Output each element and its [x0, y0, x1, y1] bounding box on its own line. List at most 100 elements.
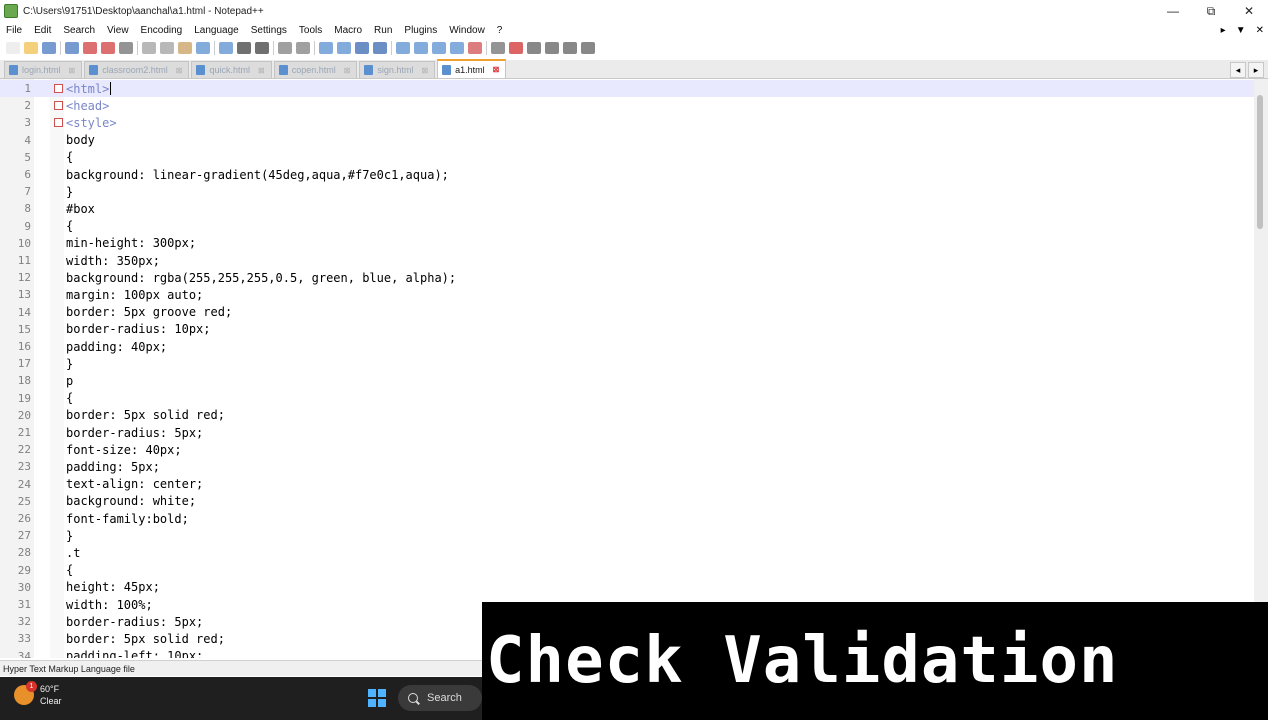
menu-dropdown-icon[interactable]: ▼: [1236, 25, 1246, 36]
code-editor[interactable]: 1 <html> 2 <head> 3 <style> 4 body 5{6 background…: [0, 79, 1254, 658]
code-line[interactable]: 21 border-radius: 5px;: [0, 424, 1254, 441]
tab-scroll-right-icon[interactable]: ▸: [1248, 62, 1264, 78]
code-line[interactable]: 1 <html>: [0, 80, 1254, 98]
code-line[interactable]: 15 border-radius: 10px;: [0, 321, 1254, 338]
code-line[interactable]: 3 <style>: [0, 114, 1254, 131]
code-line[interactable]: 25 background: white;: [0, 493, 1254, 510]
find-icon[interactable]: [237, 42, 251, 54]
code-line[interactable]: 19 {: [0, 390, 1254, 407]
tab-close-icon[interactable]: ⊠: [176, 66, 183, 75]
code-line[interactable]: 28 .t: [0, 544, 1254, 561]
menu-item-file[interactable]: File: [0, 25, 28, 36]
code-line[interactable]: 30 height: 45px;: [0, 579, 1254, 596]
code-line[interactable]: 16 padding: 40px;: [0, 338, 1254, 355]
tab-copen-html[interactable]: copen.html ⊠: [273, 61, 358, 78]
menu-item-tools[interactable]: Tools: [293, 25, 328, 36]
indent-guide-icon[interactable]: [396, 42, 410, 54]
code-line[interactable]: 17}: [0, 355, 1254, 372]
close-icon[interactable]: [83, 42, 97, 54]
code-line[interactable]: 23 padding: 5px;: [0, 458, 1254, 475]
code-line[interactable]: 27}: [0, 527, 1254, 544]
close-all-icon[interactable]: [101, 42, 115, 54]
code-line[interactable]: 6 background: linear-gradient(45deg,aqua,…: [0, 166, 1254, 183]
menu-item-plugins[interactable]: Plugins: [398, 25, 443, 36]
tab-close-icon[interactable]: ⊠: [258, 66, 265, 75]
undo-icon[interactable]: [196, 42, 210, 54]
code-line[interactable]: 29 {: [0, 562, 1254, 579]
code-line[interactable]: 22 font-size: 40px;: [0, 441, 1254, 458]
code-line[interactable]: 11 width: 350px;: [0, 252, 1254, 269]
record-macro-icon[interactable]: [509, 42, 523, 54]
tab-a1-html[interactable]: a1.html ⊠: [437, 59, 507, 78]
windows-start-icon[interactable]: [368, 689, 386, 707]
save-icon[interactable]: [42, 42, 56, 54]
udl-icon[interactable]: [414, 42, 428, 54]
fold-toggle-icon[interactable]: [54, 118, 63, 128]
function-list-icon[interactable]: [450, 42, 464, 54]
code-line[interactable]: 13 margin: 100px auto;: [0, 286, 1254, 303]
menu-right-arrow-icon[interactable]: ▸: [1221, 25, 1226, 36]
paste-icon[interactable]: [178, 42, 192, 54]
code-line[interactable]: 10 min-height: 300px;: [0, 235, 1254, 252]
tab-login-html[interactable]: login.html ⊠: [4, 61, 83, 78]
code-line[interactable]: 14 border: 5px groove red;: [0, 304, 1254, 321]
sync-v-icon[interactable]: [319, 42, 333, 54]
code-line[interactable]: 9{: [0, 218, 1254, 235]
scrollbar-thumb[interactable]: [1257, 95, 1263, 229]
save-all-icon[interactable]: [65, 42, 79, 54]
code-line[interactable]: 2 <head>: [0, 97, 1254, 114]
minimize-button[interactable]: —: [1154, 0, 1192, 22]
code-line[interactable]: 18 p: [0, 372, 1254, 389]
fold-toggle-icon[interactable]: [54, 101, 63, 111]
tab-close-icon[interactable]: ⊠: [344, 66, 351, 75]
maximize-button[interactable]: ⧉: [1192, 0, 1230, 22]
folder-workspace-icon[interactable]: [468, 42, 482, 54]
new-file-icon[interactable]: [6, 42, 20, 54]
menu-item-language[interactable]: Language: [188, 25, 245, 36]
code-line[interactable]: 8 #box: [0, 200, 1254, 217]
menu-item-edit[interactable]: Edit: [28, 25, 57, 36]
menu-item-settings[interactable]: Settings: [245, 25, 293, 36]
menu-item-window[interactable]: Window: [443, 25, 491, 36]
menu-item-search[interactable]: Search: [57, 25, 101, 36]
close-window-button[interactable]: ✕: [1230, 0, 1268, 22]
sync-h-icon[interactable]: [337, 42, 351, 54]
weather-widget[interactable]: 1 60°F Clear: [14, 681, 62, 707]
redo-icon[interactable]: [219, 42, 233, 54]
code-line[interactable]: 24 text-align: center;: [0, 476, 1254, 493]
zoom-in-icon[interactable]: [278, 42, 292, 54]
doc-map-icon[interactable]: [432, 42, 446, 54]
play-macro-icon[interactable]: [545, 42, 559, 54]
taskbar-search-button[interactable]: Search: [398, 685, 482, 711]
code-line[interactable]: 7}: [0, 183, 1254, 200]
menu-item-encoding[interactable]: Encoding: [135, 25, 189, 36]
menu-item-view[interactable]: View: [101, 25, 135, 36]
menu-item-run[interactable]: Run: [368, 25, 398, 36]
tab-close-icon[interactable]: ⊠: [69, 66, 76, 75]
tab-close-icon[interactable]: ⊠: [493, 65, 500, 74]
replace-icon[interactable]: [255, 42, 269, 54]
monitor-icon[interactable]: [491, 42, 505, 54]
code-line[interactable]: 4 body: [0, 132, 1254, 149]
open-file-icon[interactable]: [24, 42, 38, 54]
tab-quick-html[interactable]: quick.html ⊠: [191, 61, 272, 78]
tab-sign-html[interactable]: sign.html ⊠: [359, 61, 436, 78]
code-line[interactable]: 20 border: 5px solid red;: [0, 407, 1254, 424]
vertical-scrollbar[interactable]: [1254, 79, 1268, 658]
show-all-chars-icon[interactable]: [373, 42, 387, 54]
tab-close-icon[interactable]: ⊠: [421, 66, 428, 75]
tab-classroom2-html[interactable]: classroom2.html ⊠: [84, 61, 190, 78]
code-line[interactable]: 5{: [0, 149, 1254, 166]
print-icon[interactable]: [119, 42, 133, 54]
fold-toggle-icon[interactable]: [54, 84, 63, 93]
cut-icon[interactable]: [142, 42, 156, 54]
tab-scroll-left-icon[interactable]: ◂: [1230, 62, 1246, 78]
word-wrap-icon[interactable]: [355, 42, 369, 54]
stop-macro-icon[interactable]: [527, 42, 541, 54]
code-line[interactable]: 26 font-family:bold;: [0, 510, 1254, 527]
menu-item-help[interactable]: ?: [491, 25, 509, 36]
close-document-icon[interactable]: ✕: [1256, 25, 1264, 36]
run-macro-multiple-icon[interactable]: [563, 42, 577, 54]
save-macro-icon[interactable]: [581, 42, 595, 54]
zoom-out-icon[interactable]: [296, 42, 310, 54]
